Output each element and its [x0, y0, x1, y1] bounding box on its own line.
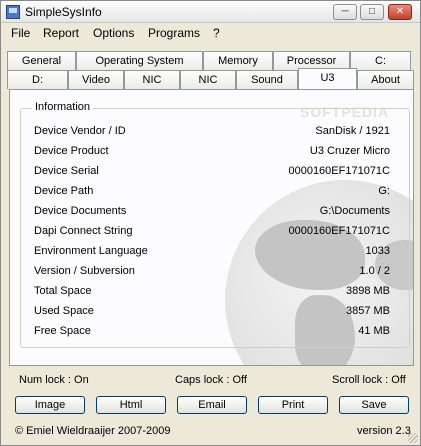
- tab-u3[interactable]: U3: [298, 68, 357, 89]
- u3-tab-panel: SOFTPEDIA Information Device Vendor / ID…: [9, 89, 414, 366]
- info-label: Free Space: [34, 325, 91, 337]
- menu-file[interactable]: File: [11, 26, 30, 40]
- info-row-device-documents: Device Documents G:\Documents: [34, 205, 390, 221]
- info-label: Device Path: [34, 185, 94, 197]
- print-button[interactable]: Print: [258, 396, 328, 414]
- tab-operating-system[interactable]: Operating System: [76, 51, 203, 70]
- maximize-button[interactable]: □: [360, 4, 384, 20]
- menu-programs[interactable]: Programs: [148, 26, 200, 40]
- tab-d-drive[interactable]: D:: [7, 70, 68, 89]
- info-label: Total Space: [34, 285, 92, 297]
- info-row-device-product: Device Product U3 Cruzer Micro: [34, 145, 390, 161]
- scroll-lock-status: Scroll lock : Off: [332, 374, 406, 386]
- info-value: 3857 MB: [345, 305, 390, 317]
- menu-bar: File Report Options Programs ?: [1, 23, 420, 43]
- info-value: SanDisk / 1921: [315, 125, 390, 137]
- minimize-button[interactable]: ─: [333, 4, 357, 20]
- info-value: G:\Documents: [319, 205, 390, 217]
- info-row-device-vendor: Device Vendor / ID SanDisk / 1921: [34, 125, 390, 141]
- title-bar[interactable]: SimpleSysInfo ─ □ ✕: [1, 1, 420, 23]
- image-button[interactable]: Image: [15, 396, 85, 414]
- menu-options[interactable]: Options: [93, 26, 134, 40]
- info-label: Used Space: [34, 305, 94, 317]
- tab-general[interactable]: General: [7, 51, 76, 70]
- info-value: G:: [378, 185, 390, 197]
- info-value: 41 MB: [358, 325, 390, 337]
- info-value: 1033: [365, 245, 390, 257]
- email-button[interactable]: Email: [177, 396, 247, 414]
- info-value: 0000160EF171071C: [288, 225, 390, 237]
- tab-video[interactable]: Video: [68, 70, 124, 89]
- window-title: SimpleSysInfo: [25, 5, 102, 19]
- info-row-dapi-connect: Dapi Connect String 0000160EF171071C: [34, 225, 390, 241]
- info-label: Dapi Connect String: [34, 225, 133, 237]
- info-value: U3 Cruzer Micro: [309, 145, 390, 157]
- info-value: 0000160EF171071C: [288, 165, 390, 177]
- tab-row-2: D: Video NIC NIC Sound U3 About: [7, 68, 417, 89]
- menu-help[interactable]: ?: [213, 26, 220, 40]
- num-lock-status: Num lock : On: [19, 374, 89, 386]
- info-label: Device Serial: [34, 165, 99, 177]
- information-group-label: Information: [32, 101, 94, 113]
- menu-report[interactable]: Report: [43, 26, 79, 40]
- info-row-device-serial: Device Serial 0000160EF171071C: [34, 165, 390, 181]
- info-row-environment-language: Environment Language 1033: [34, 245, 390, 261]
- tab-nic-2[interactable]: NIC: [180, 70, 236, 89]
- info-label: Version / Subversion: [34, 265, 135, 277]
- copyright-text: © Emiel Wieldraaijer 2007-2009: [15, 425, 171, 437]
- info-label: Device Product: [34, 145, 109, 157]
- tab-memory[interactable]: Memory: [203, 51, 273, 70]
- info-value: 1.0 / 2: [359, 265, 390, 277]
- info-value: 3898 MB: [345, 285, 390, 297]
- tab-about[interactable]: About: [357, 70, 414, 89]
- info-label: Environment Language: [34, 245, 148, 257]
- app-icon: [6, 5, 20, 19]
- info-row-device-path: Device Path G:: [34, 185, 390, 201]
- app-window: SimpleSysInfo ─ □ ✕ File Report Options …: [0, 0, 421, 446]
- maximize-icon: □: [368, 6, 376, 17]
- info-row-total-space: Total Space 3898 MB: [34, 285, 390, 301]
- resize-grip[interactable]: [408, 433, 418, 443]
- close-icon: ✕: [395, 6, 405, 17]
- tab-c-drive[interactable]: C:: [350, 51, 411, 70]
- save-button[interactable]: Save: [339, 396, 409, 414]
- info-row-version: Version / Subversion 1.0 / 2: [34, 265, 390, 281]
- info-row-free-space: Free Space 41 MB: [34, 325, 390, 341]
- close-button[interactable]: ✕: [388, 4, 412, 20]
- tab-sound[interactable]: Sound: [236, 70, 298, 89]
- info-label: Device Documents: [34, 205, 127, 217]
- tab-nic-1[interactable]: NIC: [124, 70, 180, 89]
- info-label: Device Vendor / ID: [34, 125, 126, 137]
- minimize-icon: ─: [341, 6, 349, 17]
- caps-lock-status: Caps lock : Off: [175, 374, 247, 386]
- version-text: version 2.3: [357, 425, 411, 437]
- html-button[interactable]: Html: [96, 396, 166, 414]
- info-row-used-space: Used Space 3857 MB: [34, 305, 390, 321]
